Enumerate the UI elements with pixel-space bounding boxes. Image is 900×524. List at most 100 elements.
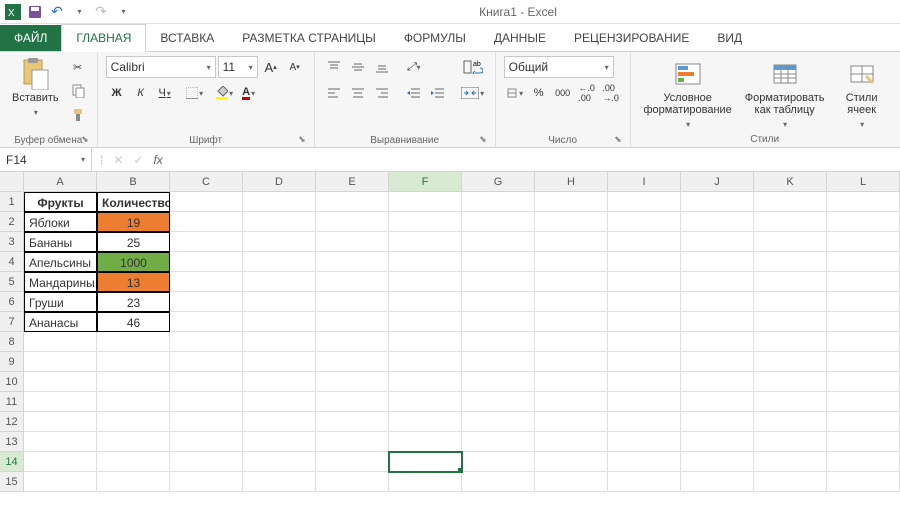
cell[interactable] <box>170 332 243 352</box>
cell[interactable] <box>462 292 535 312</box>
cell[interactable] <box>170 412 243 432</box>
cell[interactable]: Апельсины <box>24 252 97 272</box>
cell[interactable] <box>170 192 243 212</box>
cell[interactable] <box>681 292 754 312</box>
cell[interactable] <box>243 212 316 232</box>
cell[interactable] <box>462 232 535 252</box>
cell[interactable] <box>681 192 754 212</box>
cell[interactable] <box>681 232 754 252</box>
cell[interactable] <box>243 472 316 492</box>
cell[interactable]: 1000 <box>97 252 170 272</box>
cell[interactable] <box>243 252 316 272</box>
column-header[interactable]: B <box>97 172 170 192</box>
cell[interactable]: 46 <box>97 312 170 332</box>
cell[interactable] <box>462 432 535 452</box>
increase-decimal-button[interactable]: ←.0.00 <box>576 82 598 104</box>
cell[interactable] <box>754 292 827 312</box>
cell[interactable] <box>243 412 316 432</box>
decrease-font-button[interactable]: A▾ <box>284 56 306 78</box>
cell[interactable] <box>462 312 535 332</box>
row-header[interactable]: 3 <box>0 232 24 252</box>
font-name-combo[interactable]: Calibri▾ <box>106 56 216 78</box>
cut-button[interactable]: ✂ <box>67 56 89 78</box>
cell[interactable] <box>24 352 97 372</box>
comma-button[interactable]: 000 <box>552 82 574 104</box>
spreadsheet-grid[interactable]: ABCDEFGHIJKL1ФруктыКоличество, кг2Яблоки… <box>0 172 900 492</box>
cell[interactable] <box>24 452 97 472</box>
cell[interactable] <box>535 472 608 492</box>
cell[interactable] <box>608 232 681 252</box>
cell[interactable] <box>608 272 681 292</box>
cell[interactable] <box>754 232 827 252</box>
cell[interactable] <box>827 432 900 452</box>
column-header[interactable]: F <box>389 172 462 192</box>
cell[interactable] <box>681 392 754 412</box>
cell[interactable] <box>608 432 681 452</box>
align-center-button[interactable] <box>347 82 369 104</box>
cell[interactable] <box>170 292 243 312</box>
cell[interactable] <box>170 352 243 372</box>
cell[interactable] <box>389 292 462 312</box>
cell[interactable] <box>170 392 243 412</box>
align-bottom-button[interactable] <box>371 56 393 78</box>
enter-icon[interactable]: ✓ <box>133 153 143 167</box>
cell[interactable] <box>389 352 462 372</box>
tab-pagelayout[interactable]: РАЗМЕТКА СТРАНИЦЫ <box>228 25 390 51</box>
cell[interactable] <box>608 392 681 412</box>
cell[interactable] <box>243 192 316 212</box>
italic-button[interactable]: К <box>130 82 152 104</box>
cell[interactable] <box>608 332 681 352</box>
cell[interactable]: 23 <box>97 292 170 312</box>
cell[interactable] <box>827 192 900 212</box>
cell[interactable] <box>462 192 535 212</box>
cell[interactable] <box>170 372 243 392</box>
column-header[interactable]: G <box>462 172 535 192</box>
percent-button[interactable]: % <box>528 82 550 104</box>
column-header[interactable]: H <box>535 172 608 192</box>
cell[interactable]: Яблоки <box>24 212 97 232</box>
cell[interactable] <box>243 272 316 292</box>
cell[interactable] <box>535 432 608 452</box>
row-header[interactable]: 6 <box>0 292 24 312</box>
cell[interactable] <box>97 452 170 472</box>
cell[interactable] <box>754 212 827 232</box>
cell[interactable] <box>170 252 243 272</box>
cell[interactable] <box>389 192 462 212</box>
row-header[interactable]: 10 <box>0 372 24 392</box>
fx-icon[interactable]: fx <box>153 153 162 167</box>
cell[interactable] <box>754 312 827 332</box>
cell[interactable] <box>316 232 389 252</box>
cell[interactable] <box>462 372 535 392</box>
cell[interactable] <box>170 272 243 292</box>
cell[interactable] <box>389 452 462 472</box>
cell[interactable] <box>316 472 389 492</box>
decrease-decimal-button[interactable]: .00→.0 <box>600 82 622 104</box>
tab-file[interactable]: ФАЙЛ <box>0 25 61 51</box>
cell[interactable] <box>754 272 827 292</box>
cell[interactable] <box>827 272 900 292</box>
align-left-button[interactable] <box>323 82 345 104</box>
cell[interactable] <box>827 232 900 252</box>
redo-icon[interactable]: ↷ <box>92 3 110 21</box>
cell[interactable] <box>24 412 97 432</box>
cell[interactable]: Бананы <box>24 232 97 252</box>
cell[interactable] <box>243 312 316 332</box>
cell[interactable] <box>170 212 243 232</box>
column-header[interactable]: I <box>608 172 681 192</box>
cell[interactable] <box>97 412 170 432</box>
cell[interactable] <box>608 352 681 372</box>
cell[interactable] <box>389 372 462 392</box>
font-size-combo[interactable]: 11▾ <box>218 56 258 78</box>
cell[interactable] <box>535 252 608 272</box>
row-header[interactable]: 14 <box>0 452 24 472</box>
orientation-button[interactable]: ⤢ <box>403 56 425 78</box>
cell[interactable] <box>608 292 681 312</box>
cell[interactable] <box>462 392 535 412</box>
tab-review[interactable]: РЕЦЕНЗИРОВАНИЕ <box>560 25 703 51</box>
cell[interactable] <box>243 432 316 452</box>
cell[interactable] <box>170 232 243 252</box>
increase-indent-button[interactable] <box>427 82 449 104</box>
cell[interactable] <box>608 412 681 432</box>
cell[interactable] <box>316 452 389 472</box>
cell[interactable] <box>535 452 608 472</box>
